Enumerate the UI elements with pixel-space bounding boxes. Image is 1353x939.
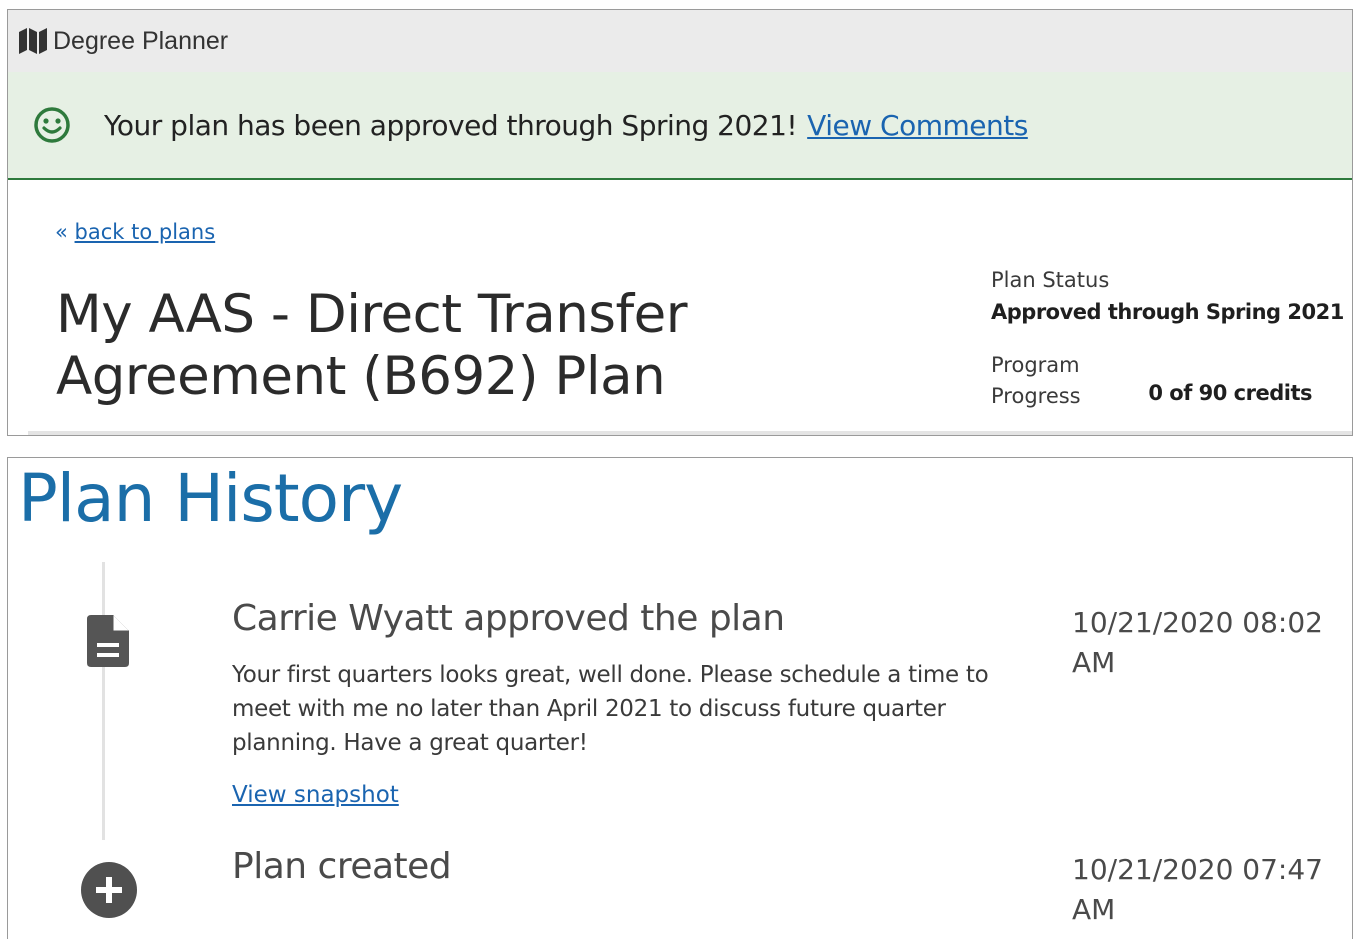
history-entry-comment: Your first quarters looks great, well do… <box>232 662 989 756</box>
map-icon <box>18 27 48 55</box>
back-to-plans-link[interactable]: « back to plans <box>55 220 215 244</box>
back-to-plans-label: back to plans <box>74 220 216 244</box>
plan-status-label: Plan Status <box>991 268 1110 292</box>
program-progress-label: Program Progress <box>991 353 1081 408</box>
plan-summary: « back to plans My AAS - Direct Transfer… <box>8 180 1352 435</box>
history-entry-timestamp: 10/21/2020 08:02 AM <box>1072 606 1323 679</box>
plan-status-value: Approved through Spring 2021 <box>991 300 1344 324</box>
plan-title: My AAS - Direct Transfer Agreement (B692… <box>56 284 688 407</box>
plan-header-panel: Degree Planner Your plan has been approv… <box>7 9 1353 436</box>
plan-history-panel: Plan History Carrie Wyatt approved the p… <box>7 457 1353 939</box>
history-entry-heading: Carrie Wyatt approved the plan <box>232 598 785 639</box>
app-title: Degree Planner <box>53 26 229 55</box>
history-entry-timestamp: 10/21/2020 07:47 AM <box>1072 853 1323 926</box>
view-comments-link[interactable]: View Comments <box>807 109 1028 142</box>
approval-banner: Your plan has been approved through Spri… <box>8 72 1352 180</box>
divider <box>28 431 1352 435</box>
smiley-icon <box>32 105 72 145</box>
program-progress-value: 0 of 90 credits <box>1148 381 1312 405</box>
document-icon <box>83 613 133 669</box>
view-snapshot-link[interactable]: View snapshot <box>232 782 399 808</box>
plan-history-title: Plan History <box>18 460 403 537</box>
app-bar: Degree Planner <box>8 10 1352 72</box>
timeline-line <box>102 562 105 840</box>
double-chevron-left-icon: « <box>55 220 68 244</box>
banner-message: Your plan has been approved through Spri… <box>104 108 798 142</box>
plus-circle-icon <box>80 861 138 919</box>
history-entry-heading: Plan created <box>232 846 452 887</box>
